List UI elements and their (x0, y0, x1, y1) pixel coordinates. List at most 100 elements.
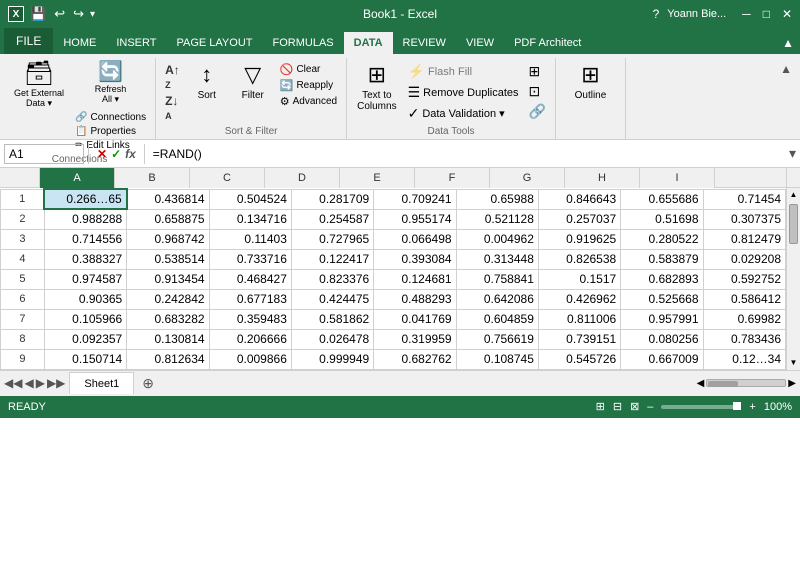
normal-view-button[interactable]: ⊞ (596, 400, 605, 413)
zoom-minus-button[interactable]: – (647, 401, 653, 413)
cell-G3[interactable]: 0.919625 (538, 229, 620, 249)
properties-button[interactable]: 📋 Properties (72, 125, 149, 138)
cell-C2[interactable]: 0.134716 (209, 209, 291, 229)
vertical-scrollbar[interactable]: ▲ ▼ (786, 188, 800, 370)
cell-C4[interactable]: 0.733716 (209, 249, 291, 269)
cell-E2[interactable]: 0.955174 (374, 209, 456, 229)
formula-input[interactable] (149, 147, 789, 161)
cell-I1[interactable]: 0.71454 (703, 189, 785, 209)
scroll-track[interactable] (787, 202, 800, 356)
cell-A1[interactable]: 0.266…65 (44, 189, 126, 209)
cell-F7[interactable]: 0.604859 (456, 309, 538, 329)
cell-C9[interactable]: 0.009866 (209, 349, 291, 369)
cell-G8[interactable]: 0.739151 (538, 329, 620, 349)
col-header-f[interactable]: F (415, 168, 490, 188)
cell-G7[interactable]: 0.811006 (538, 309, 620, 329)
what-if-button[interactable]: ⊡ (526, 82, 549, 101)
undo-button[interactable]: ↩ (54, 6, 65, 22)
cell-I3[interactable]: 0.812479 (703, 229, 785, 249)
remove-duplicates-button[interactable]: ☰ Remove Duplicates (405, 83, 522, 102)
cell-H8[interactable]: 0.080256 (621, 329, 703, 349)
tab-home[interactable]: HOME (53, 32, 106, 54)
flash-fill-button[interactable]: ⚡ Flash Fill (405, 62, 522, 81)
hscroll-left-button[interactable]: ◀ (697, 378, 705, 389)
reapply-button[interactable]: 🔄 Reapply (277, 78, 340, 93)
nav-first-button[interactable]: ◀◀ (4, 376, 22, 390)
cell-H9[interactable]: 0.667009 (621, 349, 703, 369)
cell-D9[interactable]: 0.999949 (291, 349, 373, 369)
sort-button[interactable]: ↕ Sort (185, 60, 229, 103)
nav-last-button[interactable]: ▶▶ (47, 376, 65, 390)
cell-B3[interactable]: 0.968742 (127, 229, 209, 249)
tab-review[interactable]: REVIEW (393, 32, 456, 54)
add-sheet-button[interactable]: ⊕ (134, 373, 162, 394)
cancel-formula-button[interactable]: ✕ (97, 147, 107, 161)
cell-E9[interactable]: 0.682762 (374, 349, 456, 369)
col-header-a[interactable]: A (40, 168, 115, 188)
cell-F1[interactable]: 0.65988 (456, 189, 538, 209)
cell-H5[interactable]: 0.682893 (621, 269, 703, 289)
sort-az-button[interactable]: A↑Z (162, 62, 183, 92)
data-validation-button[interactable]: ✓ Data Validation ▾ (405, 104, 522, 123)
name-box[interactable]: A1 (4, 144, 84, 164)
cell-H4[interactable]: 0.583879 (621, 249, 703, 269)
cell-B1[interactable]: 0.436814 (127, 189, 209, 209)
cell-C5[interactable]: 0.468427 (209, 269, 291, 289)
cell-I2[interactable]: 0.307375 (703, 209, 785, 229)
cell-E3[interactable]: 0.066498 (374, 229, 456, 249)
cell-F6[interactable]: 0.642086 (456, 289, 538, 309)
advanced-button[interactable]: ⚙ Advanced (277, 94, 340, 109)
consolidate-button[interactable]: ⊞ (526, 62, 549, 81)
cell-A7[interactable]: 0.105966 (44, 309, 126, 329)
page-break-view-button[interactable]: ⊠ (630, 400, 639, 413)
cell-E8[interactable]: 0.319959 (374, 329, 456, 349)
cell-F2[interactable]: 0.521128 (456, 209, 538, 229)
cell-I7[interactable]: 0.69982 (703, 309, 785, 329)
tab-page-layout[interactable]: PAGE LAYOUT (166, 32, 262, 54)
cell-H2[interactable]: 0.51698 (621, 209, 703, 229)
maximize-button[interactable]: □ (763, 7, 770, 21)
cell-D5[interactable]: 0.823376 (291, 269, 373, 289)
cell-E5[interactable]: 0.124681 (374, 269, 456, 289)
cell-C7[interactable]: 0.359483 (209, 309, 291, 329)
clear-button[interactable]: 🚫 Clear (277, 62, 340, 77)
cell-G9[interactable]: 0.545726 (538, 349, 620, 369)
zoom-plus-button[interactable]: + (749, 401, 755, 413)
cell-C1[interactable]: 0.504524 (209, 189, 291, 209)
close-button[interactable]: ✕ (782, 7, 792, 21)
horizontal-scrollbar[interactable]: ◀ ▶ (697, 378, 796, 389)
page-layout-view-button[interactable]: ⊟ (613, 400, 622, 413)
cell-G4[interactable]: 0.826538 (538, 249, 620, 269)
cell-A5[interactable]: 0.974587 (44, 269, 126, 289)
sort-za-button[interactable]: Z↓A (162, 93, 183, 123)
insert-function-button[interactable]: fx (125, 147, 136, 161)
cell-D4[interactable]: 0.122417 (291, 249, 373, 269)
scroll-down-button[interactable]: ▼ (787, 356, 800, 370)
cell-C3[interactable]: 0.11403 (209, 229, 291, 249)
cell-E4[interactable]: 0.393084 (374, 249, 456, 269)
cell-H6[interactable]: 0.525668 (621, 289, 703, 309)
tab-view[interactable]: VIEW (456, 32, 504, 54)
cell-D7[interactable]: 0.581862 (291, 309, 373, 329)
get-external-data-button[interactable]: 🗃 Get ExternalData ▾ (10, 60, 68, 111)
tab-formulas[interactable]: FORMULAS (263, 32, 344, 54)
tab-data[interactable]: DATA (344, 32, 393, 54)
col-header-d[interactable]: D (265, 168, 340, 188)
col-header-h[interactable]: H (565, 168, 640, 188)
cell-G1[interactable]: 0.846643 (538, 189, 620, 209)
cell-B7[interactable]: 0.683282 (127, 309, 209, 329)
cell-A8[interactable]: 0.092357 (44, 329, 126, 349)
tab-insert[interactable]: INSERT (106, 32, 166, 54)
cell-C8[interactable]: 0.206666 (209, 329, 291, 349)
cell-A4[interactable]: 0.388327 (44, 249, 126, 269)
cell-E7[interactable]: 0.041769 (374, 309, 456, 329)
cell-F5[interactable]: 0.758841 (456, 269, 538, 289)
formula-expand-button[interactable]: ▾ (789, 145, 796, 162)
cell-D1[interactable]: 0.281709 (291, 189, 373, 209)
cell-D2[interactable]: 0.254587 (291, 209, 373, 229)
nav-prev-button[interactable]: ◀ (24, 376, 33, 390)
hscroll-thumb[interactable] (708, 381, 738, 387)
scroll-thumb[interactable] (789, 204, 798, 244)
cell-I8[interactable]: 0.783436 (703, 329, 785, 349)
ribbon-collapse-arrow[interactable]: ▲ (776, 58, 796, 139)
